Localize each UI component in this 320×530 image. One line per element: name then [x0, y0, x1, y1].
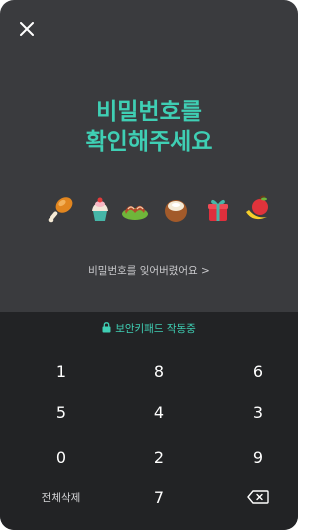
- cupcake-icon: [85, 194, 115, 224]
- close-icon: [20, 22, 34, 36]
- lock-icon: [102, 322, 111, 333]
- drumstick-icon: [46, 194, 76, 224]
- password-confirm-screen: 비밀번호를 확인해주세요 비밀번호를 잊어버렸어요 > 보안키패드 작동중 1 …: [0, 0, 298, 530]
- gift-icon: [203, 194, 233, 224]
- key-5[interactable]: 5: [21, 394, 101, 430]
- title-line-2: 확인해주세요: [85, 129, 213, 155]
- clear-all-button[interactable]: 전체삭제: [21, 479, 101, 515]
- password-emoji-row: [0, 194, 298, 234]
- key-8[interactable]: 8: [119, 353, 199, 389]
- bacon-lettuce-icon: [120, 194, 150, 224]
- backspace-icon: [247, 490, 269, 504]
- key-3[interactable]: 3: [218, 394, 298, 430]
- key-4[interactable]: 4: [119, 394, 199, 430]
- secure-keypad-status: 보안키패드 작동중: [0, 321, 298, 336]
- apple-banana-icon: [243, 194, 273, 224]
- secure-keypad: 보안키패드 작동중 1 8 6 5 4 3 0 2 9 전체삭제 7: [0, 312, 298, 530]
- forgot-password-link[interactable]: 비밀번호를 잊어버렸어요 >: [0, 263, 298, 278]
- secure-keypad-label: 보안키패드 작동중: [115, 323, 196, 335]
- backspace-button[interactable]: [218, 479, 298, 515]
- key-0[interactable]: 0: [21, 439, 101, 475]
- key-1[interactable]: 1: [21, 353, 101, 389]
- key-9[interactable]: 9: [218, 439, 298, 475]
- coconut-dessert-icon: [161, 194, 191, 224]
- close-button[interactable]: [20, 22, 40, 42]
- page-title: 비밀번호를 확인해주세요: [0, 97, 298, 157]
- key-7[interactable]: 7: [119, 479, 199, 515]
- key-6[interactable]: 6: [218, 353, 298, 389]
- title-line-1: 비밀번호를: [96, 99, 202, 125]
- key-2[interactable]: 2: [119, 439, 199, 475]
